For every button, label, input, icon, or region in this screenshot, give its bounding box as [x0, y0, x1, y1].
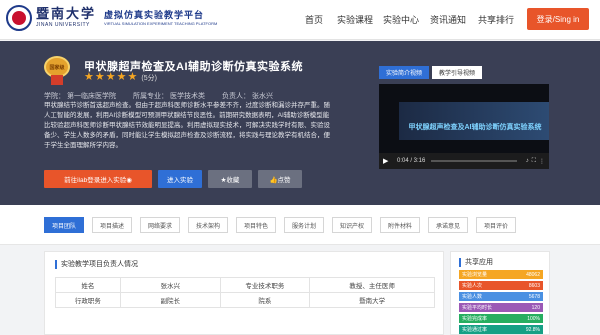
table-cell: 张水兴 — [119, 277, 221, 293]
table-row: 姓名 张水兴 专业技术职务 教授、主任医师 — [55, 277, 435, 293]
rating-stars: ★ ★ ★ ★ ★ (5分) — [84, 72, 157, 83]
nav-home[interactable]: 首页 — [305, 13, 323, 26]
star-icon: ★ — [84, 71, 94, 83]
stat-label: 实验平均时长 — [462, 305, 493, 311]
rating-score: (5分) — [141, 74, 157, 82]
project-major: 所属专业： 医学技术类 — [133, 93, 205, 100]
video-frame — [399, 102, 549, 140]
nav-news[interactable]: 资讯通知 — [430, 13, 466, 26]
tab-architecture[interactable]: 技术架构 — [188, 217, 228, 233]
tab-commitment[interactable]: 承诺意见 — [428, 217, 468, 233]
video-progress-bar[interactable] — [431, 160, 517, 162]
video-time: 0:04 / 3:16 — [397, 158, 426, 164]
video-controls: ▶ 0:04 / 3:16 ♪ ⛶ ⋮ — [379, 153, 549, 169]
tab-team[interactable]: 项目团队 — [44, 217, 84, 233]
national-level-badge-icon: 国家级 — [44, 56, 70, 86]
table-cell: 姓名 — [55, 277, 121, 293]
nav-center[interactable]: 实验中心 — [383, 13, 419, 26]
platform-name-en: VIRTUAL SIMULATION EXPERIMENT TEACHING P… — [104, 21, 218, 26]
stat-value: 92.8% — [525, 326, 540, 333]
project-owner: 负责人： 张水兴 — [222, 93, 273, 100]
enter-experiment-button[interactable]: 进入实验 — [158, 170, 202, 188]
share-panel: 共享应用 实验浏览量 48062 实验人次 8603 实验人数 5678 实验平… — [450, 251, 550, 335]
volume-icon[interactable]: ♪ — [526, 158, 529, 164]
play-icon[interactable]: ▶ — [383, 157, 393, 165]
stat-completion: 实验完成率 100% — [459, 314, 543, 323]
star-icon: ★ — [127, 71, 138, 83]
login-button[interactable]: 登录/Sing in — [527, 8, 589, 30]
tab-service[interactable]: 服务计划 — [284, 217, 324, 233]
share-panel-title: 共享应用 — [459, 258, 493, 267]
stat-value: 120 — [531, 304, 540, 311]
team-panel: 实验教学项目负责人情况 姓名 张水兴 专业技术职务 教授、主任医师 行政职务 副… — [44, 251, 444, 335]
star-icon: ★ — [116, 71, 127, 83]
star-icon: ★ — [105, 71, 116, 83]
video-caption: 甲状腺超声检查及AI辅助诊断仿真实验系统 — [408, 124, 542, 131]
university-name-en: JINAN UNIVERSITY — [36, 22, 90, 28]
ilab-login-button[interactable]: 前往ilab登录进入实验◉ — [44, 170, 152, 188]
table-cell: 行政职务 — [55, 292, 121, 308]
platform-name: 虚拟仿真实验教学平台 — [104, 10, 205, 20]
video-player[interactable]: 甲状腺超声检查及AI辅助诊断仿真实验系统 ▶ 0:04 / 3:16 ♪ ⛶ ⋮ — [379, 84, 549, 169]
table-row: 行政职务 副院长 院系 暨南大学 — [55, 292, 435, 308]
tab-guide-video[interactable]: 教学引导视频 — [432, 66, 482, 79]
tab-attachments[interactable]: 附件材料 — [380, 217, 420, 233]
stat-value: 48062 — [526, 271, 540, 278]
tab-network[interactable]: 网络要求 — [140, 217, 180, 233]
tab-ip[interactable]: 知识产权 — [332, 217, 372, 233]
tab-intro-video[interactable]: 实验简介视频 — [379, 66, 429, 79]
table-cell: 教授、主任医师 — [309, 277, 435, 293]
stat-label: 实验完成率 — [462, 316, 488, 322]
stat-visits: 实验人次 8603 — [459, 281, 543, 290]
team-panel-title: 实验教学项目负责人情况 — [55, 260, 138, 269]
stat-label: 实验通过率 — [462, 327, 488, 333]
favorite-button[interactable]: ★收藏 — [208, 170, 252, 188]
stat-users: 实验人数 5678 — [459, 292, 543, 301]
stat-label: 实验人次 — [462, 283, 483, 289]
tab-features[interactable]: 项目特色 — [236, 217, 276, 233]
table-cell: 暨南大学 — [309, 292, 435, 308]
project-school: 学院： 第一临床医学院 — [44, 93, 116, 100]
tab-description[interactable]: 项目描述 — [92, 217, 132, 233]
stat-views: 实验浏览量 48062 — [459, 270, 543, 279]
stat-value: 100% — [527, 315, 540, 322]
stat-duration: 实验平均时长 120 — [459, 303, 543, 312]
more-icon[interactable]: ⋮ — [539, 158, 545, 165]
table-cell: 专业技术职务 — [219, 277, 311, 293]
project-description: 甲状腺结节诊断首选超声检查。但由于超声科医师诊断水平参差不齐，过度诊断和漏诊并存… — [44, 102, 330, 149]
stat-value: 8603 — [528, 282, 540, 289]
table-cell: 副院长 — [119, 292, 221, 308]
stat-label: 实验人数 — [462, 294, 483, 300]
like-button[interactable]: 👍点赞 — [258, 170, 302, 188]
stat-value: 5678 — [528, 293, 540, 300]
stat-pass-rate: 实验通过率 92.8% — [459, 325, 543, 334]
team-table: 姓名 张水兴 专业技术职务 教授、主任医师 行政职务 副院长 院系 暨南大学 — [55, 277, 435, 308]
nav-ranking[interactable]: 共享排行 — [478, 13, 514, 26]
nav-courses[interactable]: 实验课程 — [337, 13, 373, 26]
university-seal-icon — [6, 5, 32, 31]
university-name: 暨南大学 — [36, 7, 97, 22]
university-logo[interactable]: 暨南大学 JINAN UNIVERSITY 虚拟仿真实验教学平台 VIRTUAL… — [6, 5, 217, 31]
top-navigation: 暨南大学 JINAN UNIVERSITY 虚拟仿真实验教学平台 VIRTUAL… — [0, 0, 600, 40]
table-cell: 院系 — [219, 292, 311, 308]
star-icon: ★ — [94, 71, 105, 83]
fullscreen-icon[interactable]: ⛶ — [532, 158, 536, 165]
stat-label: 实验浏览量 — [462, 272, 488, 278]
tab-evaluation[interactable]: 项目评价 — [476, 217, 516, 233]
